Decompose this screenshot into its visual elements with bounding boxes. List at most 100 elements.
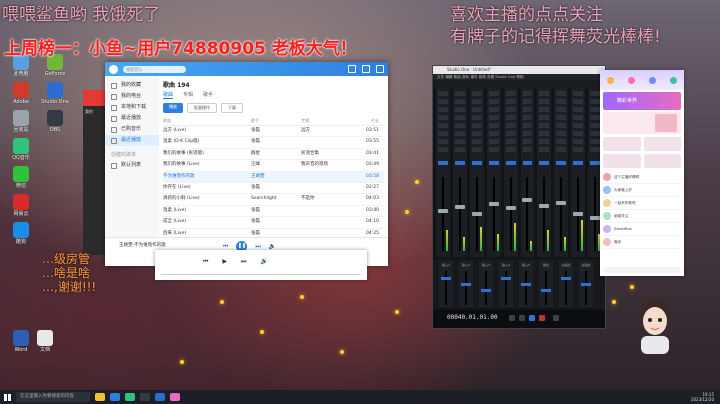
channel-slot[interactable] [590, 147, 601, 152]
channel-slot[interactable] [539, 123, 550, 128]
maximize-icon[interactable] [362, 65, 370, 73]
channel-slot[interactable] [522, 131, 533, 136]
channel-slot[interactable] [573, 115, 584, 120]
chat-input[interactable] [603, 267, 681, 273]
sidebar-item[interactable]: 最近播放 [105, 113, 159, 124]
channel-slot[interactable] [573, 99, 584, 104]
desktop-icon[interactable]: QQ音乐 [4, 138, 38, 161]
channel-select[interactable] [505, 161, 516, 165]
sidebar-item[interactable]: 已购音乐 [105, 124, 159, 135]
strip-channel[interactable]: 输入4 [499, 261, 513, 307]
strip-fader-knob[interactable] [501, 277, 511, 280]
channel-slot[interactable] [505, 139, 516, 144]
desktop-icon[interactable]: 网易云 [4, 194, 38, 217]
desktop-icon[interactable]: 此电脑 [4, 54, 38, 77]
channel-slot[interactable] [539, 107, 550, 112]
channel-slot[interactable] [454, 123, 465, 128]
channel-slot[interactable] [438, 115, 448, 120]
table-row[interactable]: 你存在 (Live) 张磊 03:27 [163, 183, 384, 195]
channel-slot[interactable] [488, 147, 499, 152]
mixer-channel[interactable] [486, 87, 501, 257]
fader-knob[interactable] [539, 203, 550, 208]
channel-slot[interactable] [539, 115, 550, 120]
channel-slot[interactable] [488, 139, 499, 144]
taskbar-search[interactable]: 在这里输入你要搜索的内容 [16, 392, 90, 402]
fader-knob[interactable] [454, 205, 465, 209]
channel-select[interactable] [438, 161, 448, 165]
volume-icon[interactable]: 🔊 [260, 258, 267, 266]
channel-slot[interactable] [590, 131, 601, 136]
table-row[interactable]: 清新的小鲜 (Live) Searchlight 不是你 04:03 [163, 194, 384, 206]
channel-slot[interactable] [522, 147, 533, 152]
mixer-channel[interactable] [554, 87, 569, 257]
channel-slot[interactable] [488, 123, 499, 128]
channel-slot[interactable] [573, 91, 584, 96]
fader-knob[interactable] [590, 215, 601, 220]
channel-slot[interactable] [556, 147, 567, 152]
channel-slot[interactable] [556, 123, 567, 128]
channel-slot[interactable] [556, 107, 567, 112]
sidebar-item[interactable]: 最近播放 [105, 135, 159, 146]
right-app-banner[interactable]: 精彩世界 [603, 92, 681, 110]
table-row[interactable]: 温柔 (Live) 张磊 03:40 [163, 206, 384, 218]
strip-channel[interactable]: 输出 [539, 261, 553, 307]
studio-taskbar-icon[interactable] [155, 393, 165, 401]
channel-slot[interactable] [522, 91, 533, 96]
table-row[interactable]: 我们的故事 (民谣版) 群星 民谣合集 03:41 [163, 149, 384, 161]
desktop-icon[interactable]: 微信 [4, 166, 38, 189]
strip-channel[interactable]: 主输出 [579, 261, 593, 307]
channel-slot[interactable] [590, 107, 601, 112]
strip-channel[interactable]: 输入5 [519, 261, 533, 307]
table-row[interactable]: 不为谁而作的歌 王靖雯 03:58 [163, 171, 384, 183]
channel-slot[interactable] [539, 131, 550, 136]
channel-slot[interactable] [590, 115, 601, 120]
loop-icon[interactable] [553, 315, 559, 321]
table-row[interactable]: 远方 (Live) 张磊 远方 03:51 [163, 126, 384, 138]
volume-icon[interactable]: 🔈 [269, 243, 276, 250]
taskbar-clock[interactable]: 19:15 2023/12/20 [691, 392, 714, 402]
channel-slot[interactable] [505, 147, 516, 152]
start-button[interactable] [0, 390, 14, 404]
channel-slot[interactable] [488, 115, 499, 120]
action-button[interactable]: 下载 [221, 103, 243, 113]
channel-slot[interactable] [539, 139, 550, 144]
music-player-window[interactable]: 搜索音乐 我的收藏 我的电台 本地和下载 最近播放 已购音乐 最近播放 创建的歌单 默认列表 … [105, 62, 388, 266]
channel-slot[interactable] [556, 131, 567, 136]
channel-slot[interactable] [438, 147, 448, 152]
channel-slot[interactable] [454, 107, 465, 112]
mixer-channel[interactable] [503, 87, 518, 257]
mixer-channel[interactable] [520, 87, 535, 257]
channel-slot[interactable] [471, 123, 482, 128]
channel-select[interactable] [454, 161, 465, 165]
action-button[interactable]: 播放 [163, 103, 183, 113]
mixer-channel[interactable] [436, 87, 450, 257]
minimize-icon[interactable] [348, 65, 356, 73]
channel-slot[interactable] [539, 147, 550, 152]
play-icon[interactable]: ▶ [222, 258, 227, 266]
channel-slot[interactable] [505, 123, 516, 128]
channel-slot[interactable] [471, 147, 482, 152]
strip-channel[interactable]: 输入1 [439, 261, 453, 307]
strip-fader-knob[interactable] [561, 277, 571, 280]
tab-2[interactable]: 歌手 [203, 91, 213, 99]
table-row[interactable]: 温柔 (D-K Clip版) 张磊 03:55 [163, 137, 384, 149]
promo-card[interactable] [603, 112, 681, 134]
strip-channel[interactable]: 主输出 [559, 261, 573, 307]
chat-item[interactable]: 谢谢关注 [603, 210, 681, 223]
chat-item[interactable]: 一起来听歌吧 [603, 197, 681, 210]
channel-slot[interactable] [488, 107, 499, 112]
channel-slot[interactable] [454, 99, 465, 104]
strip-channel[interactable]: 输入3 [479, 261, 493, 307]
chat-item[interactable]: 晚安 [603, 236, 681, 249]
channel-select[interactable] [556, 161, 567, 165]
thumb[interactable] [643, 137, 681, 151]
live-taskbar-icon[interactable] [170, 393, 180, 401]
desktop-icon[interactable]: 酷狗 [4, 222, 38, 245]
channel-slot[interactable] [590, 99, 601, 104]
fader-knob[interactable] [437, 208, 448, 213]
stop-icon[interactable] [519, 315, 525, 321]
channel-slot[interactable] [573, 107, 584, 112]
fader-knob[interactable] [522, 198, 533, 202]
record-icon[interactable] [539, 315, 545, 321]
channel-slot[interactable] [573, 147, 584, 152]
